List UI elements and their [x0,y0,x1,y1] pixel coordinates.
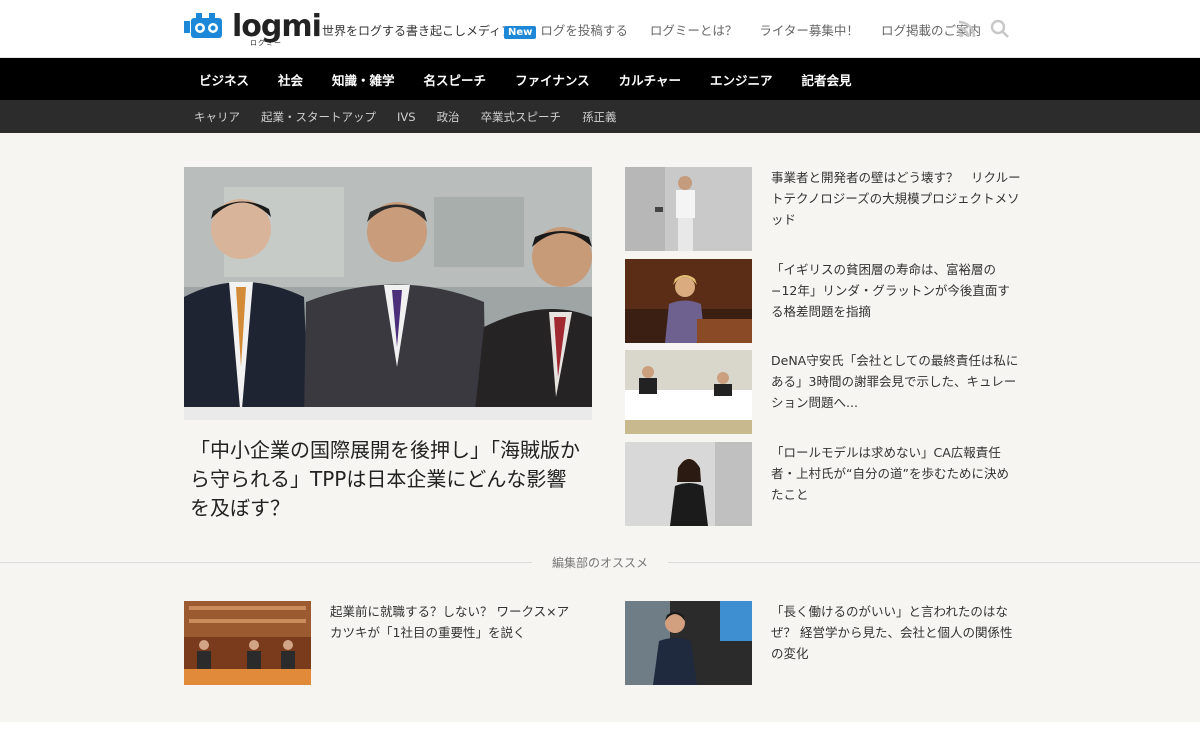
tag-politics[interactable]: 政治 [437,109,460,125]
side-article-thumbnail [625,350,752,434]
post-log-link[interactable]: New ログを投稿する [504,20,628,39]
side-article[interactable]: 「ロールモデルは求めない」CA広報責任者・上村氏が“自分の道”を歩むために決めた… [625,442,1025,526]
search-icon[interactable] [990,19,1010,39]
post-log-label: ログを投稿する [540,23,628,38]
recommend-article-thumbnail [184,601,311,685]
recommend-article-thumbnail [625,601,752,685]
nav-engineer[interactable]: エンジニア [710,70,773,89]
writer-recruit-link[interactable]: ライター募集中！ [759,20,859,39]
recommend-article-title: 「長く働けるのがいい」と言われたのはなぜ？ 経営学から見た、会社と個人の関係性の… [771,604,1013,661]
logmi-logo[interactable]: logmi ログミー [184,12,322,47]
nav-speech[interactable]: 名スピーチ [424,70,487,89]
side-article-thumbnail [625,259,752,343]
new-badge: New [504,26,537,39]
hero-article-title[interactable]: 「中小企業の国際展開を後押し」「海賊版から守られる」TPPは日本企業にどんな影響… [190,436,580,523]
side-article-title: 事業者と開発者の壁はどう壊す？ リクルートテクノロジーズの大規模プロジェクトメソ… [771,170,1021,227]
side-article-thumbnail [625,167,752,251]
recommend-heading: 編集部のオススメ [532,554,668,571]
logo-kana: ログミー [250,39,282,47]
side-article-title: 「イギリスの貧困層の寿命は、富裕層の−12年」リンダ・グラットンが今後直面する格… [771,262,1010,319]
tag-son-masayoshi[interactable]: 孫正義 [582,109,617,125]
side-article-thumbnail [625,442,752,526]
side-article[interactable]: DeNA守安氏「会社としての最終責任は私にある」3時間の謝罪会見で示した、キュレ… [625,350,1025,434]
nav-knowledge[interactable]: 知識・雑学 [332,70,395,89]
tag-ivs[interactable]: IVS [397,110,416,124]
tag-career[interactable]: キャリア [194,109,240,125]
recommend-article-title: 起業前に就職する？しない？ ワークス×アカツキが「1社目の重要性」を説く [330,604,570,640]
nav-culture[interactable]: カルチャー [619,70,681,89]
rss-icon[interactable] [958,20,976,38]
camera-logo-icon [184,13,222,38]
category-nav: ビジネス 社会 知識・雑学 名スピーチ ファイナンス カルチャー エンジニア 記… [0,58,1200,100]
side-article-title: DeNA守安氏「会社としての最終責任は私にある」3時間の謝罪会見で示した、キュレ… [771,353,1019,410]
about-link[interactable]: ログミーとは？ [650,20,738,39]
side-article[interactable]: 事業者と開発者の壁はどう壊す？ リクルートテクノロジーズの大規模プロジェクトメソ… [625,167,1025,251]
side-article-title: 「ロールモデルは求めない」CA広報責任者・上村氏が“自分の道”を歩むために決めた… [771,445,1009,502]
recommend-article[interactable]: 起業前に就職する？しない？ ワークス×アカツキが「1社目の重要性」を説く [184,601,584,685]
nav-society[interactable]: 社会 [278,70,303,89]
footer-strip [0,722,1200,750]
tag-nav: キャリア 起業・スタートアップ IVS 政治 卒業式スピーチ 孫正義 [0,100,1200,133]
hero-image[interactable] [184,167,592,420]
side-article[interactable]: 「イギリスの貧困層の寿命は、富裕層の−12年」リンダ・グラットンが今後直面する格… [625,259,1025,343]
nav-business[interactable]: ビジネス [199,70,249,89]
nav-press-conference[interactable]: 記者会見 [801,70,851,89]
recommend-article[interactable]: 「長く働けるのがいい」と言われたのはなぜ？ 経営学から見た、会社と個人の関係性の… [625,601,1025,685]
nav-finance[interactable]: ファイナンス [515,70,590,89]
site-tagline: 世界をログする書き起こしメディア [322,24,514,38]
tag-startup[interactable]: 起業・スタートアップ [261,109,376,125]
header-nav: New ログを投稿する ログミーとは？ ライター募集中！ ログ掲載のご案内 [504,20,1003,39]
tag-graduation-speech[interactable]: 卒業式スピーチ [481,109,562,125]
site-header: logmi ログミー 世界をログする書き起こしメディア New ログを投稿する ロ… [0,0,1200,58]
